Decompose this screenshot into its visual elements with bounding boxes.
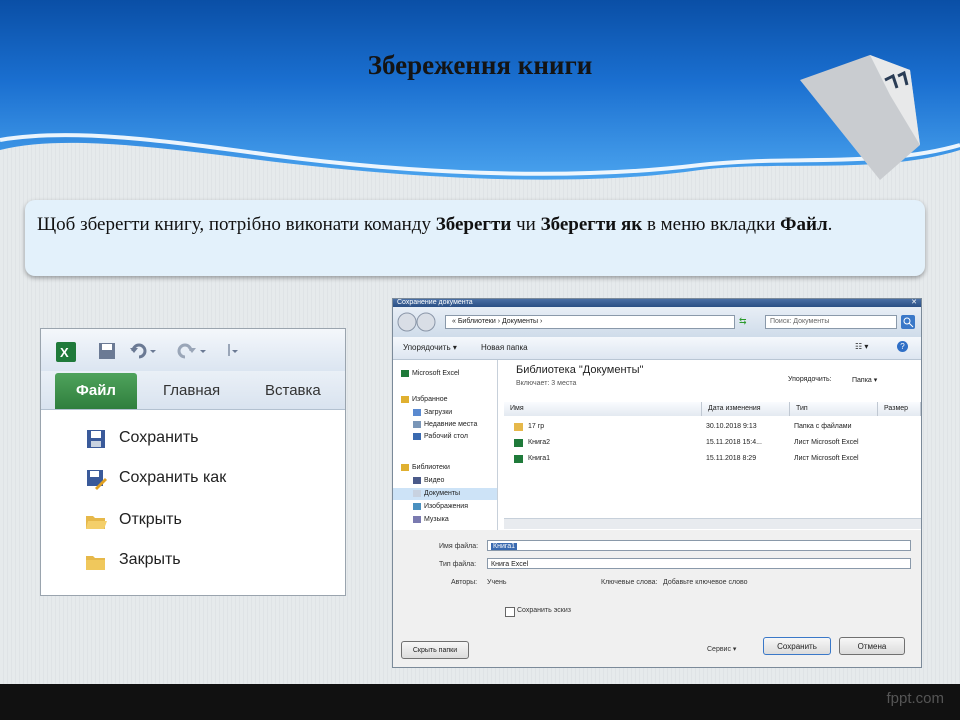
cancel-button[interactable]: Отмена bbox=[839, 637, 905, 655]
nav-recent-places[interactable]: Недавние места bbox=[413, 419, 477, 430]
menu-open-label: Открыть bbox=[119, 511, 182, 528]
description-text-box: Щоб зберегти книгу, потрібно виконати ко… bbox=[25, 200, 925, 276]
svg-text:X: X bbox=[60, 345, 69, 360]
nav-pictures[interactable]: Изображения bbox=[413, 501, 468, 512]
arrange-select[interactable]: Папка ▾ bbox=[852, 376, 877, 384]
address-input[interactable]: « Библиотеки › Документы › bbox=[445, 315, 735, 329]
file-row[interactable]: Книга1 15.11.2018 8:29 Лист Microsoft Ex… bbox=[508, 452, 908, 466]
file-tab-bold: Файл bbox=[780, 214, 828, 235]
menu-save[interactable]: Сохранить bbox=[85, 427, 325, 453]
save-icon[interactable] bbox=[97, 341, 117, 361]
excel-file-icon bbox=[514, 439, 523, 447]
save-as-command-bold: Зберегти як bbox=[540, 214, 643, 235]
nav-music[interactable]: Музыка bbox=[413, 514, 449, 525]
undo-icon[interactable] bbox=[129, 341, 157, 361]
quick-access-toolbar: X bbox=[41, 329, 345, 371]
tab-insert[interactable]: Вставка bbox=[265, 373, 321, 409]
nav-microsoft-excel[interactable]: Microsoft Excel bbox=[401, 368, 459, 379]
menu-save-as[interactable]: Сохранить как bbox=[85, 467, 325, 493]
library-subtitle: Включает: 3 места bbox=[516, 380, 577, 387]
nav-favorites[interactable]: Избранное bbox=[401, 394, 447, 405]
column-header-size[interactable]: Размер bbox=[878, 402, 921, 416]
nav-downloads[interactable]: Загрузки bbox=[413, 407, 452, 418]
page-curl-decoration bbox=[800, 55, 920, 180]
tags-value[interactable]: Добавьте ключевое слово bbox=[663, 579, 748, 586]
filename-label: Имя файла: bbox=[439, 543, 479, 550]
filetype-label: Тип файла: bbox=[439, 561, 477, 568]
file-row[interactable]: 17 гр 30.10.2018 9:13 Папка с файлами bbox=[508, 420, 908, 434]
tab-file[interactable]: Файл bbox=[55, 373, 137, 409]
dialog-title: Сохранение документа bbox=[397, 299, 473, 306]
nav-video[interactable]: Видео bbox=[413, 475, 444, 486]
fppt-watermark: fppt.com bbox=[886, 690, 944, 707]
navigation-pane: Microsoft Excel Избранное Загрузки Недав… bbox=[393, 360, 498, 530]
help-icon[interactable]: ? bbox=[897, 341, 908, 352]
excel-file-icon bbox=[514, 455, 523, 463]
menu-save-as-label: Сохранить как bbox=[119, 469, 227, 486]
library-title: Библиотека "Документы" bbox=[516, 364, 644, 376]
authors-label: Авторы: bbox=[451, 579, 478, 586]
thumbnail-checkbox[interactable] bbox=[505, 607, 515, 617]
open-folder-icon bbox=[86, 516, 107, 529]
excel-logo-icon[interactable]: X bbox=[55, 341, 77, 363]
save-dialog: Сохранение документа ✕ « Библиотеки › До… bbox=[392, 298, 922, 668]
save-as-icon bbox=[87, 470, 107, 490]
hide-folders-button[interactable]: Скрыть папки bbox=[401, 641, 469, 659]
nav-documents[interactable]: Документы bbox=[413, 488, 460, 499]
view-options-icon[interactable]: ☷ ▾ bbox=[855, 342, 868, 351]
text-part: . bbox=[827, 214, 833, 235]
close-icon[interactable]: ✕ bbox=[911, 299, 917, 307]
menu-save-label: Сохранить bbox=[119, 429, 199, 446]
menu-close-label: Закрыть bbox=[119, 551, 181, 568]
bottom-bar bbox=[0, 684, 960, 720]
file-list-pane: Библиотека "Документы" Включает: 3 места… bbox=[498, 360, 921, 530]
nav-libraries[interactable]: Библиотеки bbox=[401, 462, 450, 473]
thumbnail-label: Сохранить эскиз bbox=[517, 607, 571, 614]
text-part: чи bbox=[511, 214, 541, 235]
column-header-date[interactable]: Дата изменения bbox=[702, 402, 790, 416]
refresh-icon[interactable]: ⇆ bbox=[739, 316, 747, 327]
ribbon-tabs: Файл Главная Вставка bbox=[41, 371, 345, 410]
slide: Збереження книги Щоб зберегти книгу, пот… bbox=[0, 0, 960, 720]
text-part: в меню вкладки bbox=[642, 214, 781, 235]
menu-open[interactable]: Открыть bbox=[85, 509, 325, 535]
tab-home[interactable]: Главная bbox=[163, 373, 220, 409]
redo-icon[interactable] bbox=[177, 341, 207, 361]
text-part: Щоб зберегти книгу, потрібно виконати ко… bbox=[37, 214, 436, 235]
menu-close[interactable]: Закрыть bbox=[85, 549, 325, 575]
service-button[interactable]: Сервис ▾ bbox=[707, 645, 736, 653]
new-folder-button[interactable]: Новая папка bbox=[481, 343, 528, 352]
organize-button[interactable]: Упорядочить ▾ bbox=[403, 343, 457, 352]
excel-file-menu-screenshot: X Файл Главная Вставка Сохранить Сохрани… bbox=[40, 328, 346, 596]
authors-value[interactable]: Учень bbox=[487, 579, 507, 586]
column-header-type[interactable]: Тип bbox=[790, 402, 878, 416]
dialog-titlebar: Сохранение документа ✕ bbox=[393, 299, 921, 307]
nav-desktop[interactable]: Рабочий стол bbox=[413, 431, 468, 442]
floppy-disk-icon bbox=[87, 430, 105, 448]
tags-label: Ключевые слова: bbox=[601, 579, 658, 586]
search-icon[interactable] bbox=[901, 315, 915, 329]
save-command-bold: Зберегти bbox=[435, 214, 512, 235]
folder-icon bbox=[514, 423, 523, 431]
save-button[interactable]: Сохранить bbox=[763, 637, 831, 655]
dialog-toolbar: Упорядочить ▾ Новая папка ☷ ▾ ? bbox=[393, 337, 921, 360]
search-input[interactable]: Поиск: Документы bbox=[765, 315, 897, 329]
close-folder-icon bbox=[86, 556, 105, 570]
arrange-label: Упорядочить: bbox=[788, 376, 832, 383]
back-forward-icon[interactable] bbox=[397, 312, 437, 332]
filename-input[interactable]: Книга1 bbox=[487, 540, 911, 551]
customize-toolbar-icon[interactable] bbox=[227, 341, 241, 361]
file-row[interactable]: Книга2 15.11.2018 15:4... Лист Microsoft… bbox=[508, 436, 908, 450]
column-header-name[interactable]: Имя bbox=[504, 402, 702, 416]
filetype-select[interactable]: Книга Excel bbox=[487, 558, 911, 569]
address-bar-row: « Библиотеки › Документы › ⇆ Поиск: Доку… bbox=[393, 307, 921, 337]
horizontal-scrollbar[interactable] bbox=[504, 518, 921, 529]
